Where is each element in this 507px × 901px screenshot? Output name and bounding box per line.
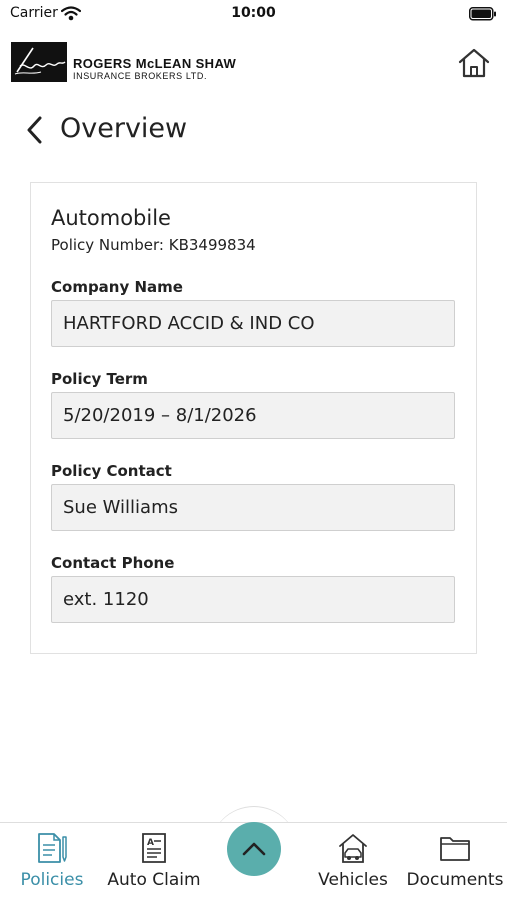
back-button[interactable] <box>22 112 48 148</box>
brand-header: ROGERS McLEAN SHAW INSURANCE BROKERS LTD… <box>0 36 507 92</box>
company-name-line2: INSURANCE BROKERS LTD. <box>73 71 208 81</box>
company-name: ROGERS McLEAN SHAW INSURANCE BROKERS LTD… <box>73 57 236 81</box>
policy-number: Policy Number: KB3499834 <box>51 236 256 254</box>
svg-text:A: A <box>147 838 154 848</box>
tab-documents-label: Documents <box>406 870 504 890</box>
title-row: Overview <box>0 108 507 152</box>
tab-policies[interactable]: Policies <box>0 823 104 901</box>
policy-contact-field: Sue Williams <box>51 484 455 531</box>
chevron-up-icon <box>242 842 266 856</box>
folder-icon <box>440 837 470 861</box>
page-title: Overview <box>60 113 188 144</box>
company-name-line1: ROGERS McLEAN SHAW <box>73 56 237 71</box>
tab-documents[interactable]: Documents <box>403 823 507 901</box>
auto-claim-icon: A <box>142 833 166 863</box>
company-name-label: Company Name <box>51 278 183 296</box>
tab-policies-label: Policies <box>20 870 84 890</box>
contact-phone-field: ext. 1120 <box>51 576 455 623</box>
policy-term-field: 5/20/2019 – 8/1/2026 <box>51 392 455 439</box>
tab-auto-claim[interactable]: A Auto Claim <box>104 823 204 901</box>
expand-menu-button[interactable] <box>227 822 281 876</box>
policy-type: Automobile <box>51 206 171 230</box>
contact-phone-label: Contact Phone <box>51 554 175 572</box>
policies-icon <box>38 833 67 863</box>
tab-vehicles[interactable]: Vehicles <box>303 823 403 901</box>
clock: 10:00 <box>231 5 276 21</box>
tab-vehicles-label: Vehicles <box>318 870 388 890</box>
tab-auto-claim-label: Auto Claim <box>107 870 201 890</box>
company-logo <box>11 42 67 82</box>
policy-contact-label: Policy Contact <box>51 462 172 480</box>
company-name-field: HARTFORD ACCID & IND CO <box>51 300 455 347</box>
policy-term-label: Policy Term <box>51 370 148 388</box>
battery-icon <box>469 7 496 21</box>
home-button[interactable] <box>457 46 491 80</box>
status-bar: Carrier 10:00 <box>0 0 507 28</box>
policy-card: Automobile Policy Number: KB3499834 Comp… <box>30 182 477 654</box>
vehicles-icon <box>339 834 367 863</box>
